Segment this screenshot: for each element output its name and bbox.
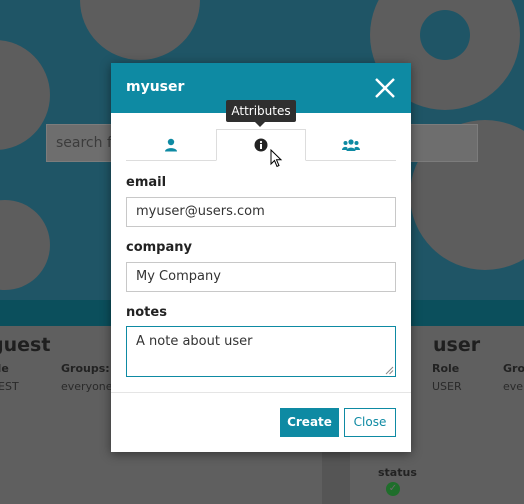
dialog-footer-divider <box>111 392 411 393</box>
card-groups-value: everyone <box>61 380 113 393</box>
info-icon <box>254 138 268 152</box>
notes-value: A note about user <box>136 334 253 349</box>
company-field[interactable]: My Company <box>126 262 396 292</box>
card-groups-label: Groups: <box>61 362 110 375</box>
close-button[interactable]: Close <box>344 408 396 437</box>
edit-user-dialog: myuser Attributes email myuser@users.com… <box>111 63 411 452</box>
gear-decoration <box>0 200 50 290</box>
tab-user[interactable] <box>126 129 216 161</box>
tab-groups[interactable] <box>306 129 396 161</box>
status-check-icon: ✓ <box>386 482 400 496</box>
gear-decoration <box>0 40 50 150</box>
group-icon <box>342 139 360 151</box>
tooltip-arrow <box>255 122 265 127</box>
company-label: company <box>126 240 192 255</box>
email-field[interactable]: myuser@users.com <box>126 197 396 227</box>
close-icon[interactable] <box>373 76 397 100</box>
attributes-tooltip: Attributes <box>226 100 296 122</box>
notes-textarea[interactable]: A note about user <box>126 326 396 377</box>
create-button[interactable]: Create <box>280 408 339 437</box>
card-status-label: status <box>378 466 417 479</box>
card-role-value: USER <box>432 380 462 393</box>
card-role-label: ole <box>0 362 9 375</box>
mouse-cursor-icon <box>270 149 283 168</box>
card-name: guest <box>0 334 51 356</box>
card-groups-label: Gro <box>503 362 524 375</box>
notes-label: notes <box>126 305 167 320</box>
card-groups-value: ever <box>503 380 524 393</box>
resize-handle-icon[interactable] <box>385 366 394 375</box>
dialog-title: myuser <box>126 79 185 95</box>
card-role-label: Role <box>432 362 460 375</box>
gear-decoration <box>80 0 200 60</box>
card-name: user <box>433 334 481 356</box>
card-role-value: UEST <box>0 380 19 393</box>
user-icon <box>165 138 177 152</box>
tab-attributes[interactable] <box>216 129 306 161</box>
email-label: email <box>126 175 167 190</box>
